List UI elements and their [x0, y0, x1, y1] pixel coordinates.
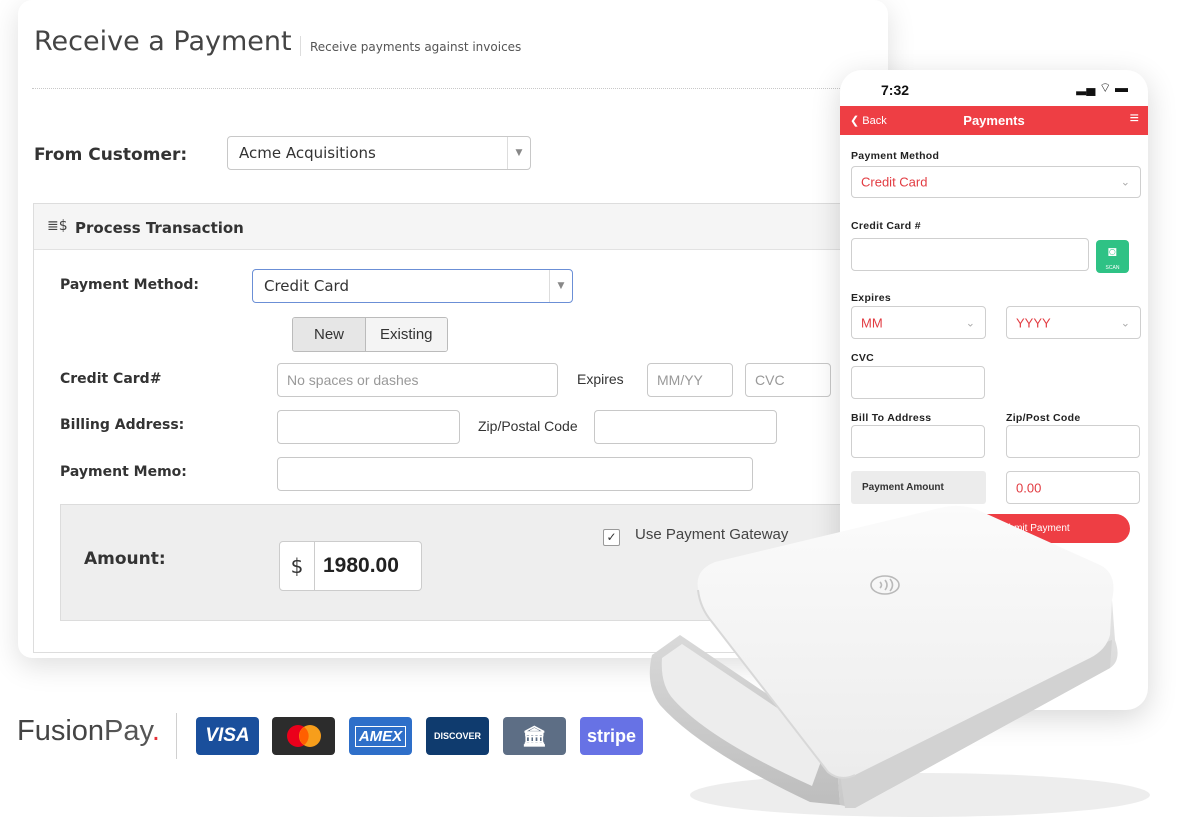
- expires-input[interactable]: MM/YY: [647, 363, 733, 397]
- page-subtitle: Receive payments against invoices: [310, 40, 522, 54]
- new-card-button[interactable]: New: [293, 318, 366, 351]
- phone-card-input[interactable]: [851, 238, 1089, 271]
- card-reader-device: [649, 505, 1150, 817]
- visa-icon: VISA: [196, 717, 259, 755]
- existing-card-button[interactable]: Existing: [366, 318, 447, 351]
- amount-value: 1980.00: [323, 554, 399, 577]
- chevron-down-icon: ⌄: [1120, 317, 1130, 329]
- status-icons: ▂▄ ⌔ ▬: [1076, 80, 1128, 96]
- cvc-input[interactable]: CVC: [745, 363, 831, 397]
- chevron-down-icon: ▼: [507, 137, 530, 169]
- use-gateway-checkbox[interactable]: ✓: [603, 529, 620, 546]
- payment-method-label: Payment Method:: [60, 277, 199, 293]
- phone-payment-method-select[interactable]: Credit Card ⌄: [851, 166, 1141, 198]
- card-number-input[interactable]: No spaces or dashes: [277, 363, 558, 397]
- billing-address-input[interactable]: [277, 410, 460, 444]
- phone-expires-label: Expires: [851, 292, 892, 304]
- scan-card-button[interactable]: ◙ SCAN: [1096, 240, 1129, 273]
- brand-name-b: Pay: [104, 715, 152, 747]
- card-mode-toggle: New Existing: [292, 317, 448, 352]
- chevron-down-icon: ⌄: [965, 317, 975, 329]
- chevron-down-icon: ▼: [549, 270, 572, 302]
- bill-to-label: Bill To Address: [851, 412, 932, 424]
- status-time: 7:32: [881, 82, 910, 98]
- phone-title: Payments: [963, 113, 1025, 128]
- payment-method-value: Credit Card: [264, 277, 349, 295]
- month-value: MM: [861, 315, 883, 330]
- amount-label: Amount:: [84, 549, 166, 569]
- payment-memo-label: Payment Memo:: [60, 464, 187, 480]
- phone-cvc-label: CVC: [851, 352, 875, 364]
- phone-cvc-input[interactable]: [851, 366, 985, 399]
- signal-icon: ▂▄: [1076, 80, 1096, 95]
- zip-label: Zip/Postal Code: [478, 418, 578, 434]
- battery-icon: ▬: [1115, 80, 1128, 95]
- phone-zip-label: Zip/Post Code: [1006, 412, 1081, 424]
- customer-select-value: Acme Acquisitions: [239, 144, 376, 162]
- stripe-icon: stripe: [580, 717, 643, 755]
- expiry-month-select[interactable]: MM ⌄: [851, 306, 986, 339]
- wifi-icon: ⌔: [1099, 80, 1112, 95]
- scan-label: SCAN: [1105, 265, 1120, 271]
- phone-nav-bar: ❮ Back Payments ≡: [840, 106, 1148, 135]
- chevron-down-icon: ⌄: [1120, 176, 1130, 189]
- card-number-placeholder: No spaces or dashes: [287, 372, 419, 388]
- phone-card-label: Credit Card #: [851, 220, 921, 232]
- phone-zip-input[interactable]: [1006, 425, 1140, 458]
- camera-icon: ◙: [1108, 243, 1117, 259]
- currency-symbol: $: [280, 542, 315, 590]
- expiry-year-select[interactable]: YYYY ⌄: [1006, 306, 1141, 339]
- payment-memo-input[interactable]: [277, 457, 753, 491]
- credit-card-label: Credit Card#: [60, 371, 162, 387]
- payment-method-select[interactable]: Credit Card ▼: [252, 269, 573, 303]
- zip-input[interactable]: [594, 410, 777, 444]
- expires-placeholder: MM/YY: [657, 372, 703, 388]
- brand-name-a: Fusion: [17, 715, 105, 747]
- bill-to-input[interactable]: [851, 425, 985, 458]
- dotted-divider: [32, 88, 888, 89]
- panel-title: Process Transaction: [75, 219, 244, 237]
- customer-select[interactable]: Acme Acquisitions ▼: [227, 136, 531, 170]
- from-customer-label: From Customer:: [34, 145, 188, 165]
- title-divider: [300, 36, 301, 56]
- billing-address-label: Billing Address:: [60, 417, 185, 433]
- panel-header: ≣$ Process Transaction: [34, 204, 888, 250]
- brand-divider: [176, 713, 177, 759]
- cvc-placeholder: CVC: [755, 372, 785, 388]
- menu-icon[interactable]: ≡: [1130, 110, 1139, 128]
- amount-input[interactable]: $ 1980.00: [279, 541, 422, 591]
- mastercard-icon: [272, 717, 335, 755]
- amex-icon: AMEX: [349, 717, 412, 755]
- year-value: YYYY: [1016, 315, 1051, 330]
- phone-payment-method-value: Credit Card: [861, 174, 928, 190]
- expires-label: Expires: [577, 371, 624, 387]
- fusionpay-logo: FusionPay.: [17, 715, 160, 747]
- page-title: Receive a Payment: [34, 26, 292, 57]
- discover-icon: DISCOVER: [426, 717, 489, 755]
- bank-icon: 🏛: [503, 717, 566, 755]
- coins-icon: ≣$: [47, 218, 68, 234]
- phone-payment-method-label: Payment Method: [851, 150, 940, 162]
